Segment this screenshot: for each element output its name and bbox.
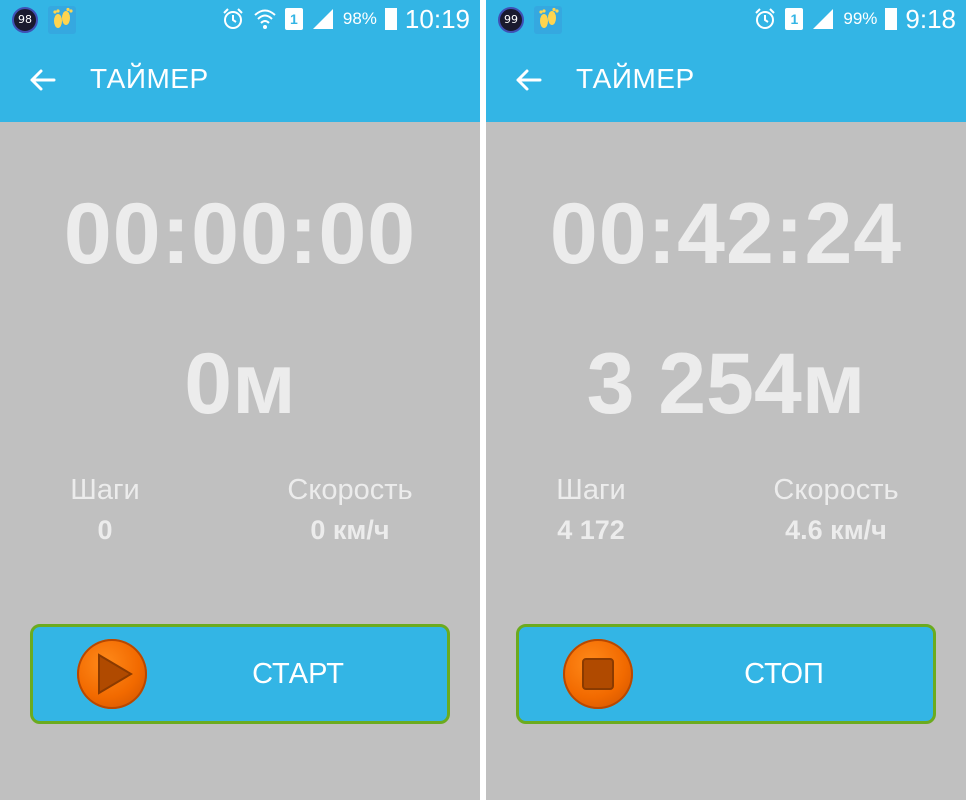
- clock: 9:18: [905, 3, 956, 34]
- start-button[interactable]: СТАРТ: [30, 624, 450, 724]
- timer-display: 00:00:00: [63, 186, 417, 282]
- steps-app-icon: [48, 6, 76, 34]
- status-icons: 1 98% 10:19: [221, 0, 470, 38]
- battery-icon: [885, 8, 898, 30]
- signal-icon: [311, 7, 335, 31]
- speed-value: 4.6 км/ч: [785, 515, 887, 545]
- back-arrow-icon[interactable]: [514, 66, 542, 94]
- steps-app-icon: [534, 6, 562, 34]
- action-bar: ТАЙМЕР: [0, 38, 480, 122]
- distance-display: 0м: [184, 336, 296, 432]
- alarm-icon: [221, 7, 245, 31]
- page-title: ТАЙМЕР: [90, 63, 209, 94]
- sim-icon: 1: [785, 8, 804, 30]
- stop-icon: [563, 639, 633, 709]
- page-title: ТАЙМЕР: [576, 63, 695, 94]
- stop-button[interactable]: СТОП: [516, 624, 936, 724]
- notification-count-badge: 99: [498, 7, 524, 33]
- start-button-label: СТАРТ: [252, 658, 344, 690]
- stop-button-label: СТОП: [744, 658, 824, 690]
- speed-label: Скорость: [773, 474, 899, 506]
- status-bar: 99 1 99% 9:18: [486, 0, 966, 38]
- steps-label: Шаги: [70, 474, 140, 506]
- status-bar: 98 1 98% 10:19: [0, 0, 480, 38]
- status-icons: 1 99% 9:18: [753, 0, 956, 38]
- distance-display: 3 254м: [586, 336, 866, 432]
- action-bar: ТАЙМЕР: [486, 38, 966, 122]
- wifi-icon: [253, 7, 277, 31]
- steps-value: 4 172: [557, 515, 625, 545]
- notification-count-badge: 98: [12, 7, 38, 33]
- speed-value: 0 км/ч: [310, 515, 390, 545]
- speed-label: Скорость: [287, 474, 413, 506]
- timer-screen-stopped: 98 1 98% 10:19 ТАЙМЕР 00:00:00 0м Шаги С…: [0, 0, 480, 800]
- battery-icon: [384, 8, 397, 30]
- back-arrow-icon[interactable]: [28, 66, 56, 94]
- battery-percent: 99%: [843, 9, 878, 28]
- steps-label: Шаги: [556, 474, 626, 506]
- sim-icon: 1: [284, 8, 303, 30]
- alarm-icon: [753, 7, 777, 31]
- steps-value: 0: [97, 515, 113, 545]
- play-icon: [77, 639, 147, 709]
- clock: 10:19: [404, 3, 470, 34]
- screens-container: 98 1 98% 10:19 ТАЙМЕР 00:00:00 0м Шаги С…: [0, 0, 966, 800]
- timer-screen-running: 99 1 99% 9:18 ТАЙМЕР 00:42:24 3 254м Шаг…: [486, 0, 966, 800]
- battery-percent: 98%: [342, 9, 377, 28]
- timer-display: 00:42:24: [549, 186, 903, 282]
- signal-icon: [811, 7, 835, 31]
